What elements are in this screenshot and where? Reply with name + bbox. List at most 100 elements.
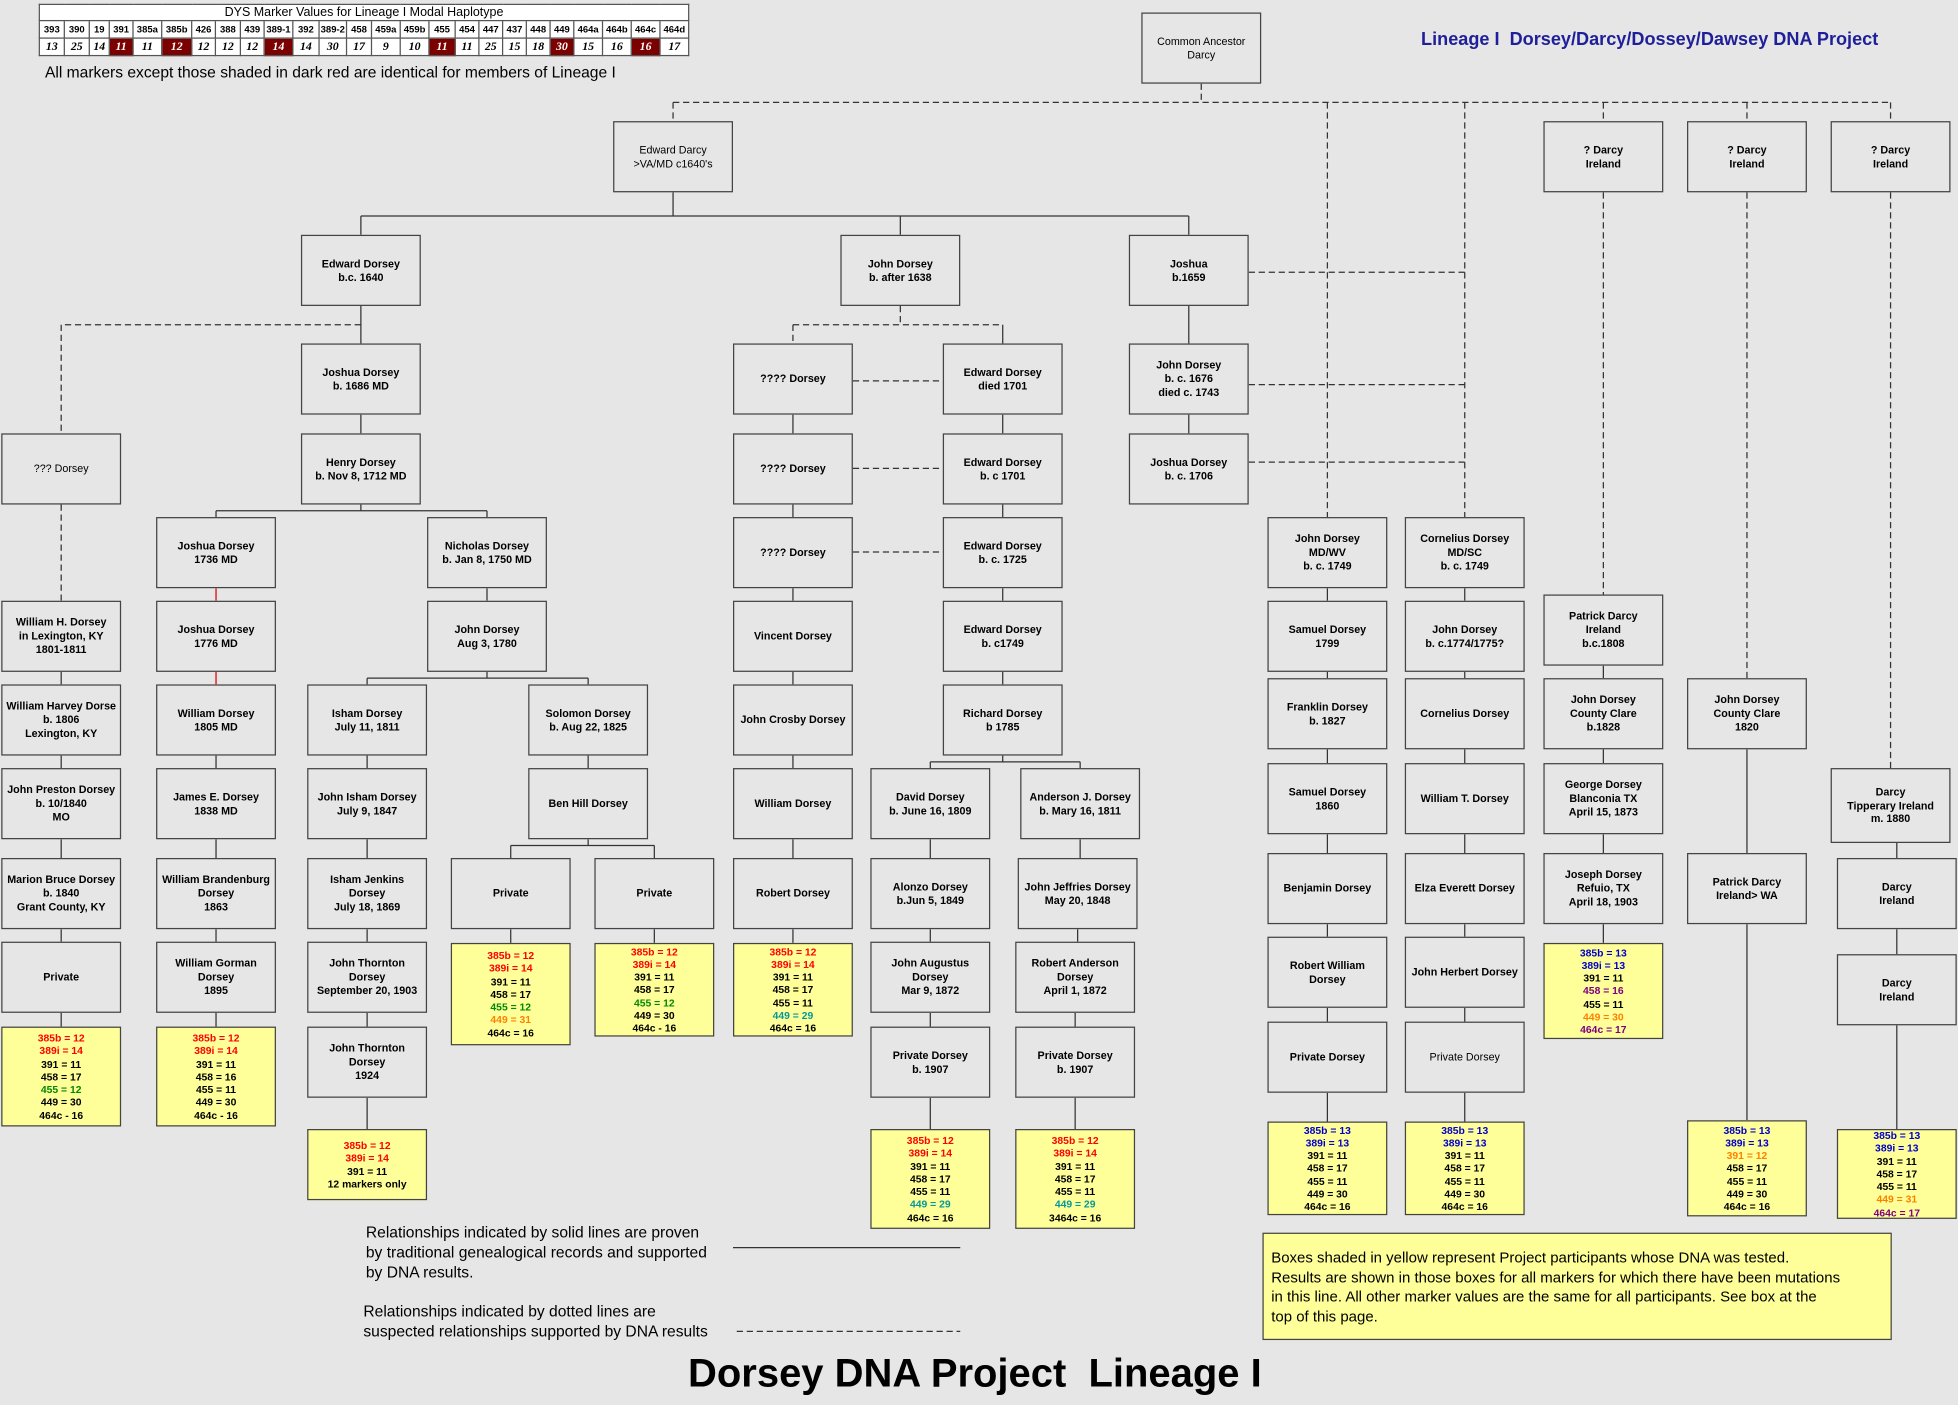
- person-box-john-1638: John Dorsey b. after 1638: [840, 234, 961, 306]
- marker-name: 437: [501, 19, 527, 39]
- dna-marker-value: 455 = 12: [40, 1082, 82, 1096]
- person-box-ancestor: Common Ancestor Darcy: [1141, 12, 1262, 84]
- marker-name: 385a: [132, 19, 163, 39]
- marker-header-row: 393 390 19 391 385a 385b 426 388 439 389-1 392 389-…: [38, 19, 690, 39]
- dna-result-box: 385b = 13 389i = 13 391 = 11 458 = 17 455 = …: [1404, 1121, 1525, 1216]
- marker-name: 389-2: [318, 19, 348, 39]
- dna-marker-value: 458 = 17: [1307, 1161, 1348, 1175]
- person-box-john-1676: John Dorsey b. c. 1676 died c. 1743: [1128, 343, 1249, 415]
- person-box-franklin: Franklin Dorsey b. 1827: [1267, 678, 1388, 750]
- dna-marker-value: 464c = 16: [769, 1021, 817, 1035]
- dna-marker-value: 458 = 17: [634, 983, 675, 996]
- marker-name: 455: [428, 19, 456, 39]
- dna-marker-value: 449 = 30: [195, 1095, 237, 1109]
- dna-marker-value: 385b = 12: [192, 1031, 240, 1045]
- marker-name: 447: [478, 19, 504, 39]
- dna-result-box: 385b = 12 389i = 14 391 = 11 458 = 17 455 = …: [1015, 1128, 1136, 1229]
- person-box-henry-1712: Henry Dorsey b. Nov 8, 1712 MD: [300, 433, 421, 505]
- person-box-q1: ???? Dorsey: [732, 343, 853, 415]
- person-box-william-h: William H. Dorsey in Lexington, KY 1801-…: [1, 600, 122, 672]
- dna-marker-value: 464c = 16: [1304, 1200, 1351, 1213]
- dna-marker-value: 464c = 16: [1723, 1200, 1771, 1213]
- dna-marker-value: 385b = 13: [1441, 1123, 1489, 1136]
- dna-marker-value: 389i = 13: [1725, 1136, 1769, 1149]
- marker-value: 15: [501, 37, 527, 57]
- person-box-darcy-tipp: Darcy Tipperary Ireland m. 1880: [1830, 768, 1951, 844]
- person-box-darcy-ire5: Darcy Ireland: [1836, 954, 1957, 1026]
- dna-marker-value: 391 = 11: [1307, 1149, 1348, 1162]
- dna-marker-value: 464c - 16: [632, 1021, 677, 1035]
- dna-marker-value: 391 = 11: [910, 1159, 951, 1173]
- person-box-edward-1640: Edward Dorsey b.c. 1640: [300, 234, 421, 306]
- dna-marker-value: 391 = 11: [772, 970, 813, 983]
- person-box-private-rw: Private Dorsey: [1267, 1021, 1388, 1093]
- marker-value: 12: [214, 37, 242, 57]
- person-box-john-1749: John Dorsey MD/WV b. c. 1749: [1267, 517, 1388, 589]
- dna-result-box: 385b = 12 389i = 14 391 = 11 458 = 16 455 = …: [156, 1026, 276, 1127]
- dna-result-box: 385b = 13 389i = 13 391 = 12 458 = 17 455 = …: [1687, 1120, 1807, 1217]
- dna-marker-value: 391 = 11: [347, 1164, 388, 1178]
- person-box-william-1805: William Dorsey 1805 MD: [156, 684, 276, 756]
- person-box-q2: ???? Dorsey: [732, 433, 853, 505]
- person-box-john-clare1820: John Dorsey County Clare 1820: [1687, 678, 1807, 750]
- dna-marker-value: 385b = 12: [906, 1134, 954, 1147]
- dna-marker-value: 385b = 12: [769, 944, 817, 958]
- person-box-joshua-1686: Joshua Dorsey b. 1686 MD: [300, 343, 421, 415]
- person-box-robert-anderson: Robert Anderson Dorsey April 1, 1872: [1015, 941, 1136, 1013]
- marker-name: 464b: [601, 19, 632, 39]
- marker-name: 448: [525, 19, 551, 39]
- marker-name: 426: [191, 19, 217, 39]
- person-box-isham-jenkins: Isham Jenkins Dorsey July 18, 1869: [307, 857, 428, 930]
- dna-marker-value: 385b = 12: [37, 1031, 85, 1045]
- dna-marker-value: 449 = 30: [1726, 1187, 1768, 1201]
- person-box-darcy-ire4: Darcy Ireland: [1836, 857, 1957, 930]
- marker-name: 454: [454, 19, 480, 39]
- marker-name: 391: [108, 19, 134, 39]
- marker-value: 12: [161, 37, 193, 57]
- person-box-darcy-ire2: ? Darcy Ireland: [1687, 121, 1807, 193]
- marker-value: 9: [370, 37, 401, 57]
- person-box-private-a: Private: [1, 941, 122, 1013]
- dna-marker-value: 385b = 13: [1579, 946, 1627, 959]
- marker-value: 11: [454, 37, 480, 57]
- marker-value: 12: [191, 37, 217, 57]
- person-box-joshua-1736: Joshua Dorsey 1736 MD: [156, 517, 276, 589]
- person-box-cornelius-1749: Cornelius Dorsey MD/SC b. c. 1749: [1404, 517, 1525, 589]
- person-box-richard-1785: Richard Dorsey b 1785: [942, 684, 1063, 756]
- dna-marker-value: 389i = 14: [39, 1044, 83, 1057]
- person-box-james-1838: James E. Dorsey 1838 MD: [156, 768, 276, 840]
- dna-marker-value: 389i = 13: [1875, 1141, 1919, 1155]
- marker-name: 388: [214, 19, 242, 39]
- dna-marker-value: 391 = 11: [1876, 1154, 1917, 1168]
- dna-result-box: 385b = 12 389i = 14 391 = 11 458 = 17 455 = …: [870, 1128, 991, 1229]
- dna-marker-value: 385b = 12: [1051, 1134, 1099, 1147]
- person-box-joshua-1776: Joshua Dorsey 1776 MD: [156, 600, 276, 672]
- person-box-elza: Elza Everett Dorsey: [1404, 852, 1525, 925]
- person-box-john-crosby: John Crosby Dorsey: [732, 684, 853, 756]
- person-box-darcy-ire3: ? Darcy Ireland: [1830, 121, 1951, 193]
- dna-marker-value: 458 = 16: [195, 1070, 237, 1083]
- person-box-john-isham: John Isham Dorsey July 9, 1847: [307, 768, 428, 840]
- marker-value: 11: [132, 37, 163, 57]
- dna-result-box: 385b = 12 389i = 14 391 = 11 12 markers onl…: [307, 1128, 428, 1201]
- dna-marker-value: 455 = 11: [772, 996, 813, 1009]
- person-box-patrick-1808: Patrick Darcy Ireland b.c.1808: [1543, 594, 1664, 666]
- dna-marker-value: 455 = 11: [195, 1082, 237, 1096]
- marker-value: 25: [63, 37, 90, 57]
- dna-marker-value: 385b = 12: [630, 944, 678, 958]
- person-box-marion-bruce: Marion Bruce Dorsey b. 1840 Grant County…: [1, 857, 122, 930]
- dna-marker-value: 455 = 12: [634, 996, 675, 1009]
- marker-name: 464a: [573, 19, 604, 39]
- person-box-john-1774: John Dorsey b. c.1774/1775?: [1404, 600, 1525, 672]
- person-box-solomon-1825: Solomon Dorsey b. Aug 22, 1825: [528, 684, 649, 756]
- marker-name: 19: [88, 19, 110, 39]
- marker-name: 464d: [659, 19, 690, 39]
- person-box-edward-1701d: Edward Dorsey died 1701: [942, 343, 1063, 415]
- marker-name: 392: [292, 19, 320, 39]
- person-box-william-harvey: William Harvey Dorse b. 1806 Lexington, …: [1, 684, 122, 756]
- person-box-john-clare1828: John Dorsey County Clare b.1828: [1543, 678, 1664, 750]
- marker-value: 12: [239, 37, 265, 57]
- person-box-qqq-dorsey: ??? Dorsey: [1, 433, 122, 505]
- dna-marker-value: 455 = 11: [1055, 1185, 1096, 1198]
- person-box-nicholas-1750: Nicholas Dorsey b. Jan 8, 1750 MD: [427, 517, 547, 589]
